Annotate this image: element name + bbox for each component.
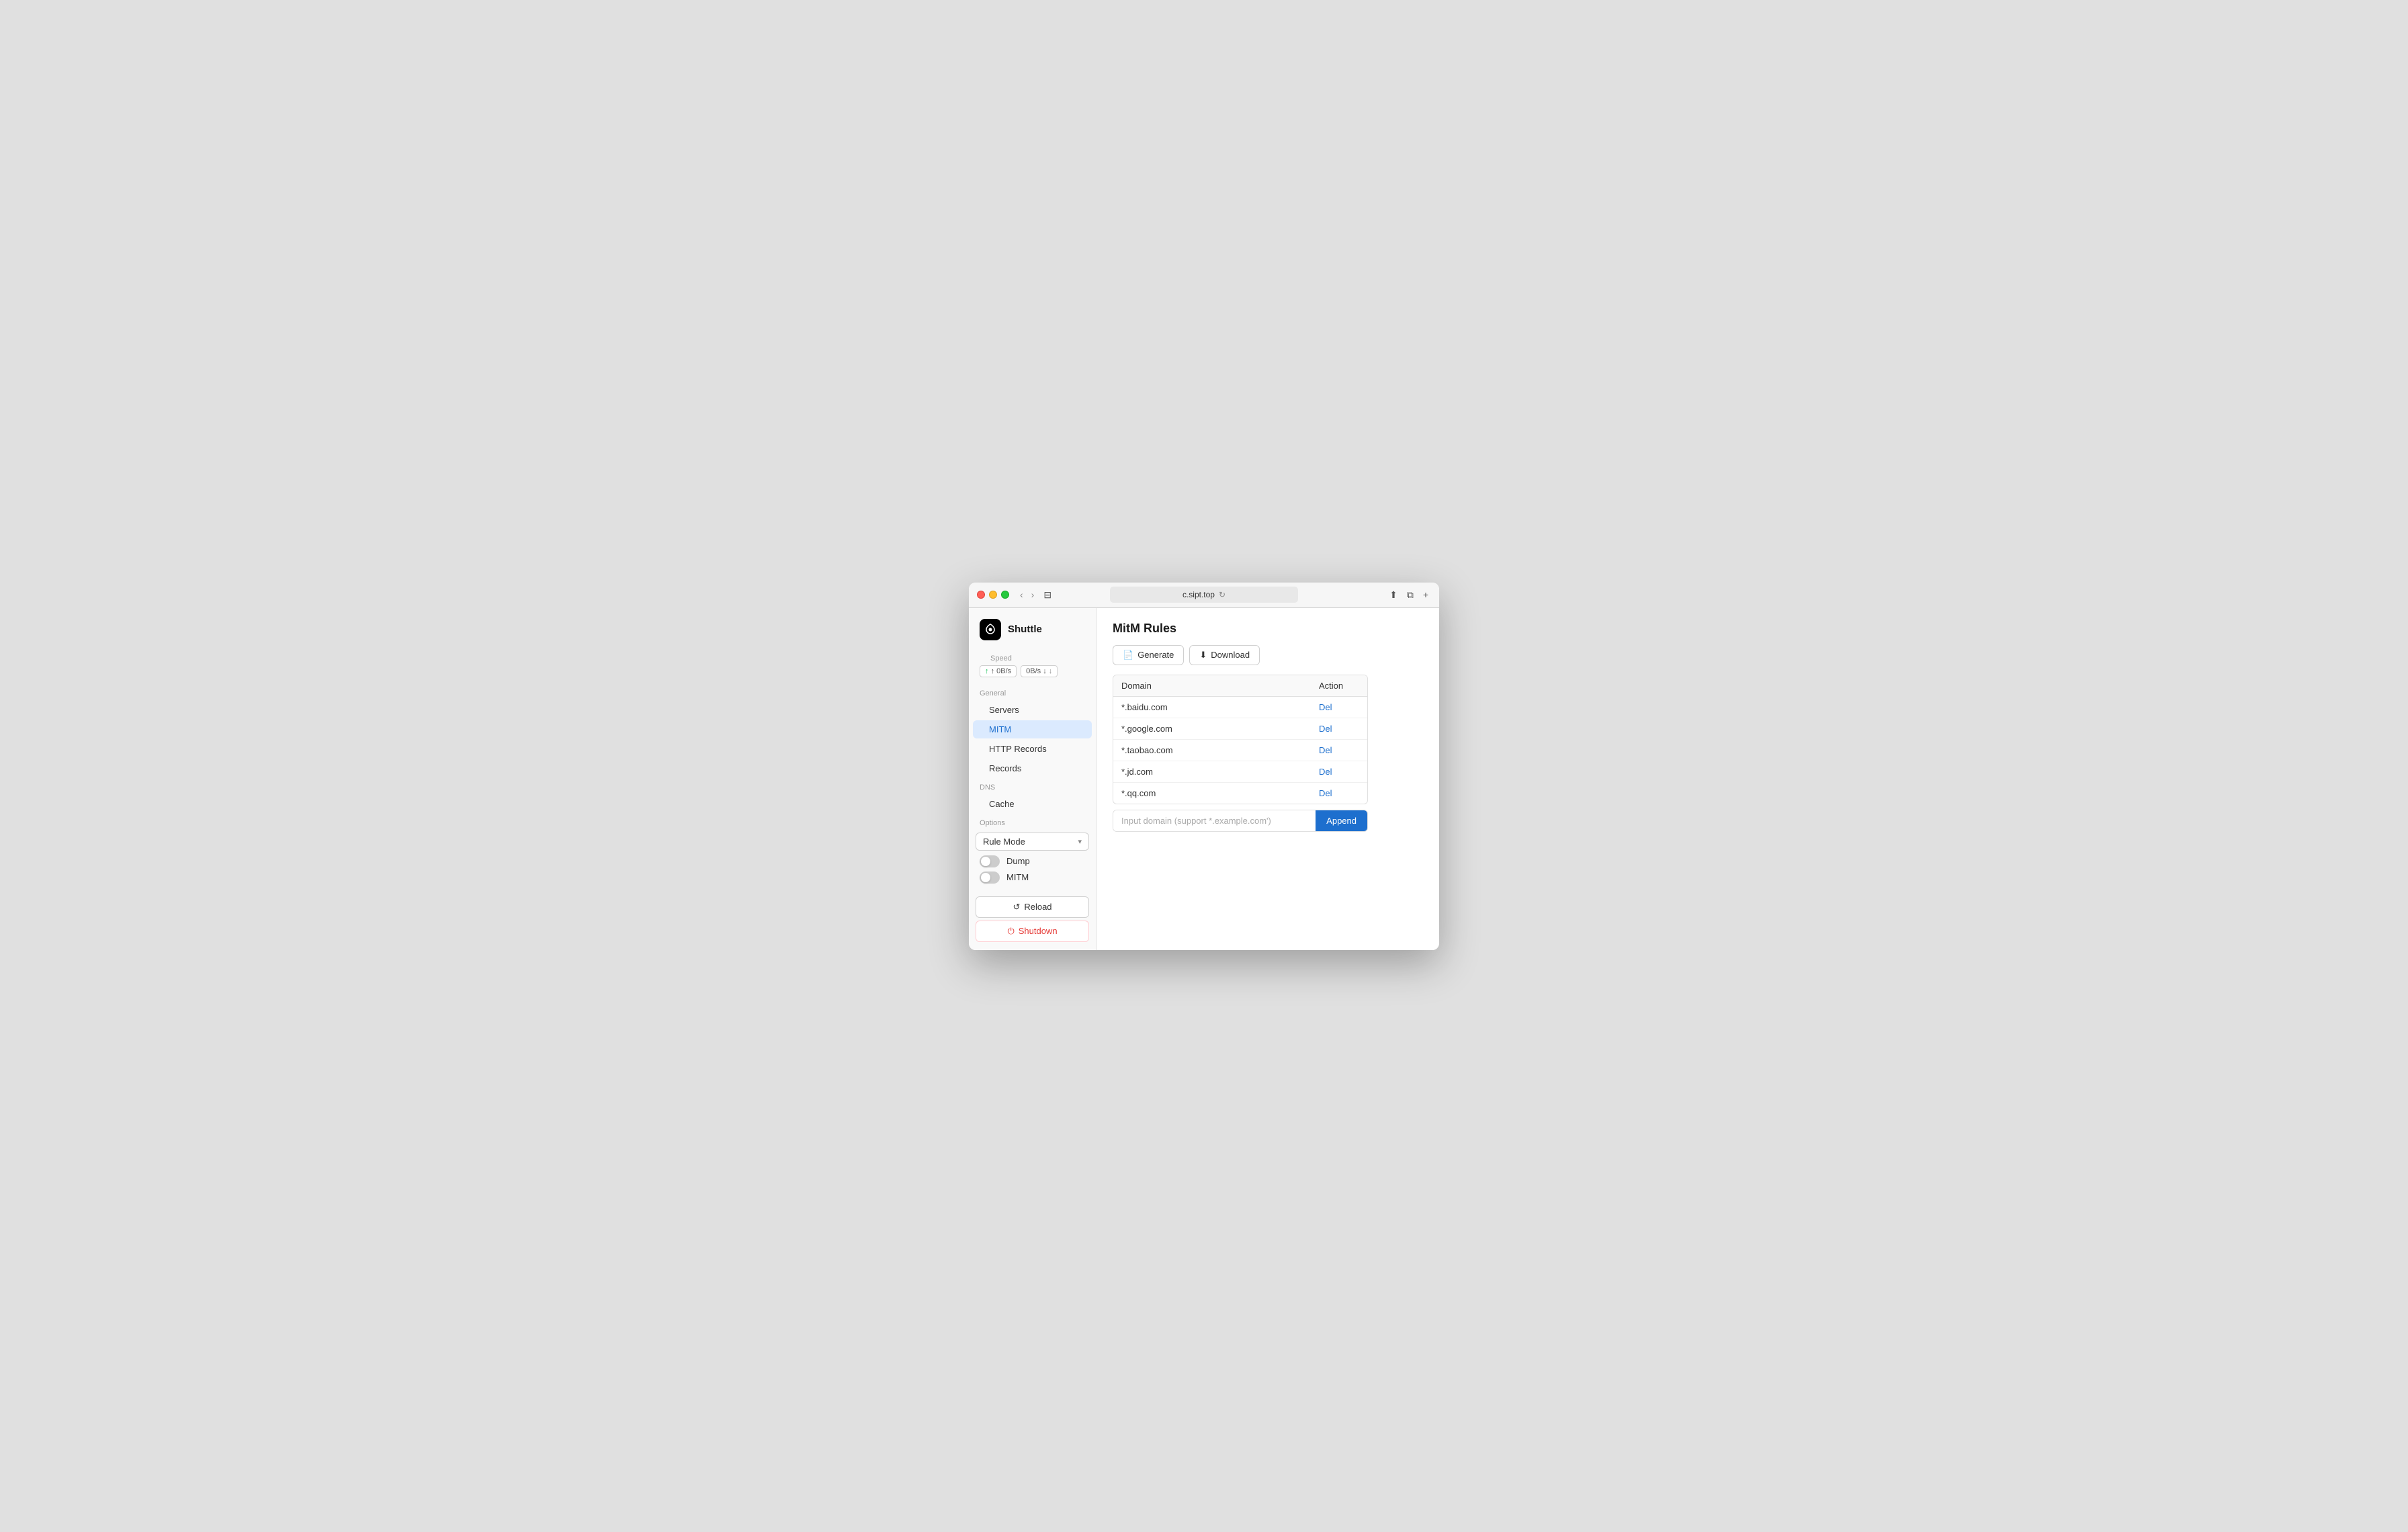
sidebar-toggle-button[interactable]: ⊟	[1039, 588, 1056, 602]
toolbar: 📄 Generate ⬇ Download	[1113, 645, 1423, 665]
speed-section: Speed ↑ ↑ 0B/s 0B/s ↓ ↓	[969, 648, 1096, 684]
domain-cell: *.qq.com	[1121, 788, 1319, 798]
dump-label: Dump	[1006, 856, 1030, 866]
app-name: Shuttle	[1008, 624, 1042, 635]
col-domain-header: Domain	[1121, 681, 1319, 691]
download-icon: ⬇	[1199, 650, 1207, 661]
sidebar: Shuttle Speed ↑ ↑ 0B/s 0B/s ↓ ↓ General …	[969, 608, 1096, 950]
app-icon	[980, 619, 1001, 640]
content-area: MitM Rules 📄 Generate ⬇ Download Domain …	[1096, 608, 1439, 950]
mitm-toggle-label: MITM	[1006, 872, 1029, 882]
minimize-button[interactable]	[989, 591, 997, 599]
app-window: ‹ › ⊟ c.sipt.top ↻ ⬆ ⧉ + Shuttle	[969, 583, 1439, 950]
speed-badges: ↑ ↑ 0B/s 0B/s ↓ ↓	[980, 665, 1085, 677]
del-button[interactable]: Del	[1319, 702, 1359, 712]
table-row: *.qq.com Del	[1113, 783, 1367, 804]
table-row: *.google.com Del	[1113, 718, 1367, 740]
add-tab-button[interactable]: +	[1420, 588, 1431, 602]
power-icon: ⏻	[1007, 926, 1014, 937]
rule-mode-dropdown[interactable]: Rule Mode ▾	[976, 833, 1089, 851]
mitm-toggle[interactable]	[980, 871, 1000, 884]
domain-input[interactable]	[1113, 810, 1316, 831]
speed-up-badge: ↑ ↑ 0B/s	[980, 665, 1017, 677]
generate-button[interactable]: 📄 Generate	[1113, 645, 1184, 665]
back-button[interactable]: ‹	[1017, 588, 1026, 601]
nav-buttons: ‹ ›	[1017, 588, 1037, 601]
speed-down-badge: 0B/s ↓ ↓	[1021, 665, 1058, 677]
table-row: *.jd.com Del	[1113, 761, 1367, 783]
domain-cell: *.taobao.com	[1121, 745, 1319, 755]
table-header: Domain Action	[1113, 675, 1367, 697]
speed-label: Speed	[980, 649, 1023, 665]
sidebar-item-records[interactable]: Records	[973, 759, 1092, 777]
del-button[interactable]: Del	[1319, 767, 1359, 777]
window-controls-right: ⬆ ⧉ +	[1387, 588, 1431, 602]
new-tab-button[interactable]: ⧉	[1404, 588, 1416, 602]
col-action-header: Action	[1319, 681, 1359, 691]
domain-input-row: Append	[1113, 810, 1368, 832]
sidebar-item-cache[interactable]: Cache	[973, 795, 1092, 813]
dns-section-label: DNS	[969, 778, 1096, 794]
options-section-label: Options	[969, 814, 1096, 830]
file-icon: 📄	[1123, 650, 1133, 661]
chevron-down-icon: ▾	[1078, 837, 1082, 846]
close-button[interactable]	[977, 591, 985, 599]
shutdown-button[interactable]: ⏻ Shutdown	[976, 921, 1089, 942]
traffic-lights	[977, 591, 1009, 599]
del-button[interactable]: Del	[1319, 788, 1359, 798]
dump-toggle[interactable]	[980, 855, 1000, 867]
del-button[interactable]: Del	[1319, 745, 1359, 755]
rules-table: Domain Action *.baidu.com Del *.google.c…	[1113, 675, 1368, 804]
table-row: *.taobao.com Del	[1113, 740, 1367, 761]
refresh-icon[interactable]: ↻	[1219, 590, 1226, 599]
domain-cell: *.baidu.com	[1121, 702, 1319, 712]
domain-cell: *.jd.com	[1121, 767, 1319, 777]
address-bar[interactable]: c.sipt.top ↻	[1110, 587, 1298, 603]
general-section-label: General	[969, 684, 1096, 700]
forward-button[interactable]: ›	[1029, 588, 1037, 601]
dump-toggle-row: Dump	[969, 853, 1096, 869]
titlebar: ‹ › ⊟ c.sipt.top ↻ ⬆ ⧉ +	[969, 583, 1439, 608]
del-button[interactable]: Del	[1319, 724, 1359, 734]
sidebar-item-servers[interactable]: Servers	[973, 701, 1092, 719]
reload-icon: ↺	[1013, 902, 1020, 912]
address-text: c.sipt.top	[1182, 590, 1215, 599]
sidebar-item-http-records[interactable]: HTTP Records	[973, 740, 1092, 758]
download-button[interactable]: ⬇ Download	[1189, 645, 1260, 665]
domain-cell: *.google.com	[1121, 724, 1319, 734]
sidebar-item-mitm[interactable]: MITM	[973, 720, 1092, 738]
app-header: Shuttle	[969, 616, 1096, 648]
page-title: MitM Rules	[1113, 622, 1423, 636]
mitm-toggle-row: MITM	[969, 869, 1096, 886]
main-area: Shuttle Speed ↑ ↑ 0B/s 0B/s ↓ ↓ General …	[969, 608, 1439, 950]
append-button[interactable]: Append	[1316, 810, 1367, 831]
rule-mode-text: Rule Mode	[983, 837, 1025, 847]
share-button[interactable]: ⬆	[1387, 588, 1400, 602]
maximize-button[interactable]	[1001, 591, 1009, 599]
reload-button[interactable]: ↺ Reload	[976, 896, 1089, 918]
table-row: *.baidu.com Del	[1113, 697, 1367, 718]
